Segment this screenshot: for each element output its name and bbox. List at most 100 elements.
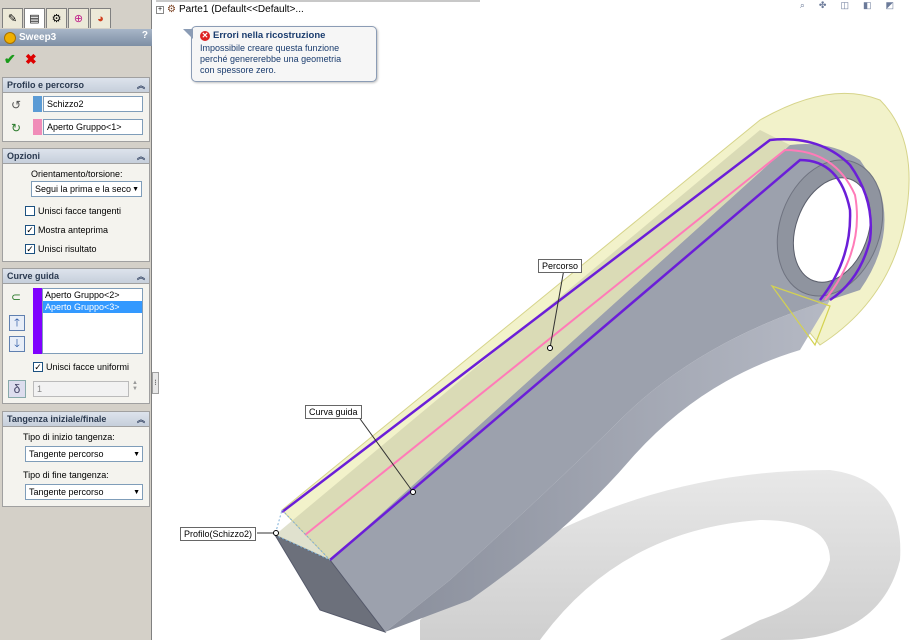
feature-titlebar: Sweep3 ? xyxy=(0,29,152,46)
feature-manager-tab[interactable]: ✎ xyxy=(2,8,23,28)
part-label[interactable]: Parte1 (Default<<Default>... xyxy=(179,4,304,15)
tooltip-line-1: Impossibile creare questa funzione xyxy=(200,43,340,53)
orientation-label: Orientamento/torsione: xyxy=(31,169,123,179)
profile-icon: ↺ xyxy=(10,98,22,112)
property-manager: ✎ ▤ ⚙ ⊕ ◕ Sweep3 ? ✔ ✖ Profilo e percors… xyxy=(0,0,152,640)
property-manager-tab[interactable]: ▤ xyxy=(24,8,45,28)
merge-result-checkbox[interactable]: ✓ xyxy=(25,244,35,254)
guide-curve-callout[interactable]: Curva guida xyxy=(305,405,362,419)
collapse-icon: ︽ xyxy=(137,271,145,281)
section-icon: δ xyxy=(13,382,21,396)
guide-anchor xyxy=(410,489,416,495)
chevron-down-icon: ▼ xyxy=(133,451,140,458)
cancel-button[interactable]: ✖ xyxy=(25,51,37,68)
end-tangency-value: Tangente percorso xyxy=(29,487,104,497)
part-icon: ⚙ xyxy=(167,4,176,15)
tooltip-title-text: Errori nella ricostruzione xyxy=(213,30,326,41)
path-anchor xyxy=(547,345,553,351)
orientation-value: Segui la prima e la seco xyxy=(35,184,132,194)
configuration-manager-tab[interactable]: ⚙ xyxy=(46,8,67,28)
dimxpert-tab[interactable]: ⊕ xyxy=(68,8,89,28)
profile-callout[interactable]: Profilo(Schizzo2) xyxy=(180,527,257,541)
show-preview-label: Mostra anteprima xyxy=(38,225,109,235)
configuration-icon: ⚙ xyxy=(51,13,62,25)
profile-path-group: Profilo e percorso ︽ ↺ Schizzo2 ↻ Aperto … xyxy=(2,77,150,142)
expand-icon[interactable]: + xyxy=(156,5,164,14)
section-view-icon[interactable]: ◧ xyxy=(863,0,872,11)
help-button[interactable]: ? xyxy=(142,30,148,41)
arrow-up-icon: 🡑 xyxy=(14,316,20,329)
options-title: Opzioni xyxy=(7,151,40,161)
sweep-icon xyxy=(4,31,16,44)
guide-curve-item[interactable]: Aperto Gruppo<2> xyxy=(43,289,142,301)
collapse-icon: ︽ xyxy=(137,414,145,424)
profile-path-title: Profilo e percorso xyxy=(7,80,85,90)
profile-path-header[interactable]: Profilo e percorso ︽ xyxy=(3,78,149,93)
section-view-button[interactable]: δ xyxy=(8,380,26,398)
guide-curves-title: Curve guida xyxy=(7,271,60,281)
collapse-icon: ︽ xyxy=(137,80,145,90)
path-icon: ↻ xyxy=(10,121,22,135)
error-icon: ✕ xyxy=(200,30,210,41)
rebuild-error-tooltip: ✕ Errori nella ricostruzione Impossibile… xyxy=(183,26,377,82)
start-tangency-label: Tipo di inizio tangenza: xyxy=(23,432,115,442)
zoom-icon[interactable]: ⌕ xyxy=(800,0,805,11)
move-down-button[interactable]: 🡓 xyxy=(9,336,25,352)
orientation-select[interactable]: Segui la prima e la seco ▼ xyxy=(31,181,142,197)
end-tangency-label: Tipo di fine tangenza: xyxy=(23,470,109,480)
guide-curves-group: Curve guida ︽ ⊂ Aperto Gruppo<2> Aperto G… xyxy=(2,268,150,404)
graphics-viewport[interactable] xyxy=(153,0,912,640)
profile-anchor xyxy=(273,530,279,536)
start-tangency-select[interactable]: Tangente percorso ▼ xyxy=(25,446,143,462)
display-manager-tab[interactable]: ◕ xyxy=(90,8,111,28)
path-callout[interactable]: Percorso xyxy=(538,259,583,273)
guide-curves-header[interactable]: Curve guida ︽ xyxy=(3,269,149,284)
tree-top-border xyxy=(156,0,480,2)
ok-button[interactable]: ✔ xyxy=(4,51,16,68)
display-style-icon[interactable]: ◩ xyxy=(885,0,894,11)
path-color-swatch xyxy=(33,119,42,135)
merge-smooth-label: Unisci facce uniformi xyxy=(46,362,130,372)
path-field[interactable]: Aperto Gruppo<1> xyxy=(43,119,143,135)
merge-smooth-checkbox[interactable]: ✓ xyxy=(33,362,43,372)
guide-curve-item-selected[interactable]: Aperto Gruppo<3> xyxy=(43,301,142,313)
tangency-header[interactable]: Tangenza iniziale/finale ︽ xyxy=(3,412,149,427)
tooltip-tail xyxy=(183,29,193,39)
section-count-field[interactable]: 1 xyxy=(33,381,129,397)
heads-up-toolbar: ⌕ ✤ ◫ ◧ ◩ xyxy=(800,0,894,11)
feature-title: Sweep3 xyxy=(19,32,57,43)
merge-tangent-checkbox[interactable] xyxy=(25,206,35,216)
merge-result-label: Unisci risultato xyxy=(38,244,97,254)
options-group: Opzioni ︽ Orientamento/torsione: Segui la… xyxy=(2,148,150,262)
options-header[interactable]: Opzioni ︽ xyxy=(3,149,149,164)
feature-tree-flyout[interactable]: + ⚙ Parte1 (Default<<Default>... xyxy=(156,4,304,15)
tooltip-title: ✕ Errori nella ricostruzione xyxy=(200,30,371,41)
chevron-down-icon: ▼ xyxy=(132,186,139,193)
feature-tree-icon: ✎ xyxy=(7,13,18,25)
move-up-button[interactable]: 🡑 xyxy=(9,315,25,331)
tooltip-line-3: con spessore zero. xyxy=(200,65,277,75)
arrow-down-icon: 🡓 xyxy=(14,337,20,350)
guide-curve-icon: ⊂ xyxy=(10,290,22,304)
tangency-group: Tangenza iniziale/finale ︽ Tipo di inizio… xyxy=(2,411,150,507)
show-preview-checkbox[interactable]: ✓ xyxy=(25,225,35,235)
start-tangency-value: Tangente percorso xyxy=(29,449,104,459)
spin-icon[interactable]: ▲ ▼ xyxy=(132,380,138,392)
guide-curves-list[interactable]: Aperto Gruppo<2> Aperto Gruppo<3> xyxy=(42,288,143,354)
guide-color-swatch xyxy=(33,288,42,354)
crosshair-icon: ⊕ xyxy=(73,13,84,25)
rotate-icon[interactable]: ✤ xyxy=(819,0,827,11)
manager-tabs: ✎ ▤ ⚙ ⊕ ◕ xyxy=(0,8,152,28)
end-tangency-select[interactable]: Tangente percorso ▼ xyxy=(25,484,143,500)
profile-color-swatch xyxy=(33,96,42,112)
merge-tangent-label: Unisci facce tangenti xyxy=(38,206,122,216)
tooltip-line-2: perché genererebbe una geometria xyxy=(200,54,342,64)
appearance-icon: ◕ xyxy=(97,12,104,25)
tooltip-message: Impossibile creare questa funzione perch… xyxy=(200,43,371,76)
property-sheet-icon: ▤ xyxy=(29,13,40,25)
chevron-down-icon: ▼ xyxy=(133,489,140,496)
tangency-title: Tangenza iniziale/finale xyxy=(7,414,107,424)
collapse-icon: ︽ xyxy=(137,151,145,161)
view-orientation-icon[interactable]: ◫ xyxy=(840,0,849,11)
profile-field[interactable]: Schizzo2 xyxy=(43,96,143,112)
